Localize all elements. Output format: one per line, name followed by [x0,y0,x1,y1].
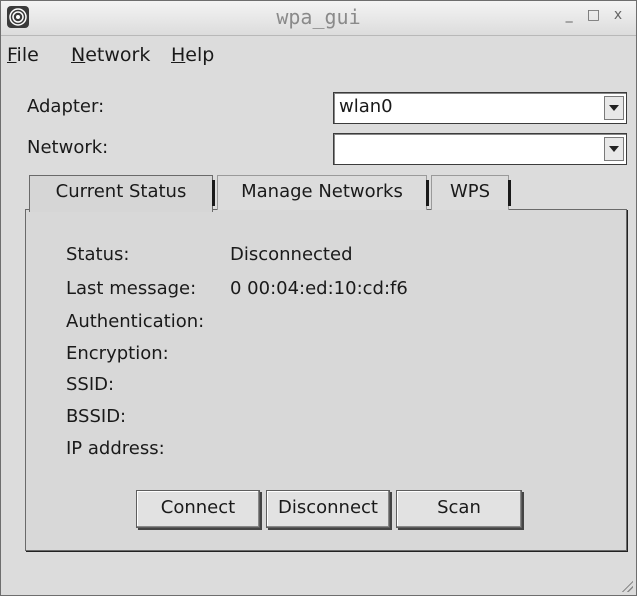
adapter-value: wlan0 [339,96,393,117]
network-select[interactable] [333,133,627,165]
menu-network[interactable]: Network [71,44,150,66]
status-label: Status: [66,244,130,265]
status-value: Disconnected [230,244,353,265]
disconnect-button[interactable]: Disconnect [266,490,390,528]
adapter-label: Adapter: [27,96,105,117]
menu-help[interactable]: Help [171,44,214,66]
menu-bar: File Network Help [1,36,636,72]
chevron-down-icon[interactable] [604,96,624,120]
tab-manage-networks[interactable]: Manage Networks [217,175,429,210]
scan-button[interactable]: Scan [396,490,522,528]
last-message-label: Last message: [66,278,197,299]
title-bar[interactable]: wpa_gui _ □ x [1,1,636,36]
tab-current-status[interactable]: Current Status [29,175,215,212]
window-title: wpa_gui [276,5,361,29]
chevron-down-icon[interactable] [604,137,624,161]
status-panel: Status: Disconnected Last message: 0 00:… [25,209,627,551]
close-button[interactable]: x [608,7,628,23]
ip-address-label: IP address: [66,438,165,459]
maximize-button[interactable]: □ [584,7,604,23]
adapter-select[interactable]: wlan0 [333,92,627,124]
connect-button[interactable]: Connect [136,490,260,528]
menu-file[interactable]: File [7,44,39,66]
network-label: Network: [27,137,109,158]
authentication-label: Authentication: [66,311,205,332]
resize-grip-icon[interactable] [619,578,633,592]
last-message-value: 0 00:04:ed:10:cd:f6 [230,278,408,299]
encryption-label: Encryption: [66,343,169,364]
tab-wps[interactable]: WPS [431,175,511,210]
wpa-gui-window: wpa_gui _ □ x File Network Help Adapter:… [0,0,637,596]
ssid-label: SSID: [66,374,115,395]
minimize-button[interactable]: _ [559,7,579,23]
bssid-label: BSSID: [66,406,127,427]
